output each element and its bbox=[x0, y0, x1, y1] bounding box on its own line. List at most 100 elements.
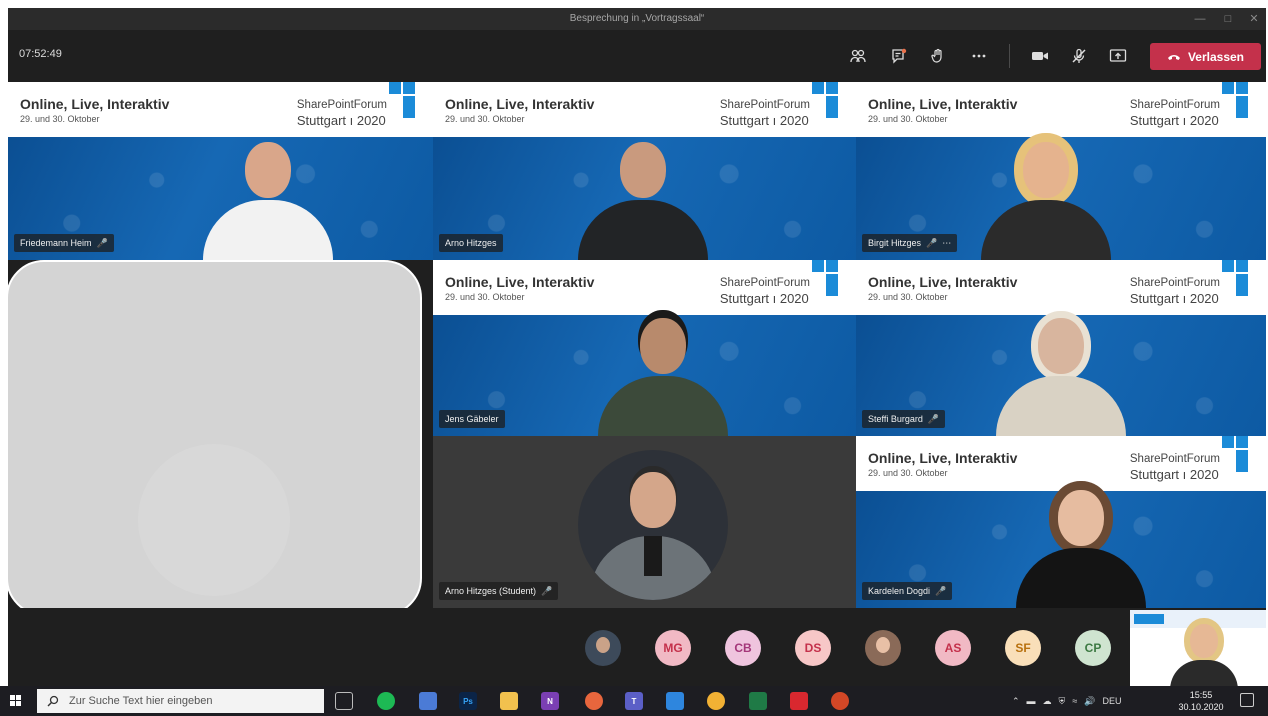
outlook-icon[interactable] bbox=[666, 692, 684, 710]
chevron-up-icon[interactable]: ⌃ bbox=[1012, 696, 1020, 707]
participant-avatar-mg[interactable]: MG bbox=[655, 630, 691, 666]
participant-avatar-sf[interactable]: SF bbox=[1005, 630, 1041, 666]
close-icon[interactable]: ✕ bbox=[1240, 8, 1266, 30]
powerpoint-icon[interactable] bbox=[831, 692, 849, 710]
sharepointforum-logo-icon bbox=[1222, 436, 1248, 476]
participant-avatar-cb[interactable]: CB bbox=[725, 630, 761, 666]
taskbar-clock[interactable]: 15:55 30.10.2020 bbox=[1177, 689, 1225, 713]
app-icon[interactable] bbox=[419, 692, 437, 710]
brand-line1: SharePointForum bbox=[719, 99, 810, 111]
file-explorer-icon[interactable] bbox=[500, 692, 518, 710]
chrome-icon[interactable] bbox=[707, 692, 725, 710]
shield-icon[interactable]: ⛨ bbox=[1059, 696, 1066, 707]
initials: SF bbox=[1015, 641, 1031, 655]
brand-line2: Stuttgart ı 2020 bbox=[296, 113, 386, 128]
sharepointforum-logo-icon bbox=[1222, 82, 1248, 122]
volume-icon[interactable]: 🔊 bbox=[1084, 696, 1095, 707]
participant-avatar-photo[interactable] bbox=[865, 630, 901, 666]
video-tile-steffi[interactable]: Online, Live, Interaktiv 29. und 30. Okt… bbox=[856, 260, 1266, 436]
video-tile-friedemann[interactable]: Online, Live, Interaktiv 29. und 30. Okt… bbox=[8, 82, 433, 260]
participant-avatar-as[interactable]: AS bbox=[935, 630, 971, 666]
event-banner: Online, Live, Interaktiv 29. und 30. Okt… bbox=[856, 260, 1266, 315]
task-view-icon[interactable] bbox=[335, 692, 353, 710]
name-tag: Arno Hitzges bbox=[439, 234, 503, 252]
avatar-tile-arno-student[interactable]: Arno Hitzges (Student) 🎤 bbox=[433, 436, 856, 608]
participant-video bbox=[1016, 490, 1146, 608]
search-icon bbox=[47, 695, 59, 707]
name-tag: Steffi Burgard 🎤 bbox=[862, 410, 946, 428]
minimize-icon[interactable]: — bbox=[1186, 8, 1214, 30]
faded-avatar bbox=[138, 444, 290, 596]
participant-video bbox=[996, 318, 1126, 436]
name-tag: Jens Gäbeler bbox=[439, 410, 505, 428]
participant-video bbox=[203, 142, 333, 260]
mic-icon: 🎤 bbox=[541, 585, 553, 596]
banner-title: Online, Live, Interaktiv bbox=[868, 274, 1018, 290]
participant-video bbox=[578, 142, 708, 260]
brand-line1: SharePointForum bbox=[719, 277, 810, 289]
clock-date: 30.10.2020 bbox=[1178, 702, 1224, 712]
leave-label: Verlassen bbox=[1187, 49, 1245, 64]
participant-video bbox=[981, 142, 1111, 260]
banner-title: Online, Live, Interaktiv bbox=[868, 450, 1018, 466]
brand-line2: Stuttgart ı 2020 bbox=[719, 291, 809, 306]
hang-up-icon bbox=[1167, 54, 1180, 60]
acrobat-icon[interactable] bbox=[790, 692, 808, 710]
excel-icon[interactable] bbox=[749, 692, 767, 710]
more-icon[interactable] bbox=[966, 43, 992, 69]
brand-line1: SharePointForum bbox=[296, 99, 387, 111]
participant-name: Steffi Burgard bbox=[868, 414, 923, 424]
cloud-icon[interactable]: ☁ bbox=[1043, 696, 1052, 707]
mic-off-icon[interactable] bbox=[1066, 43, 1092, 69]
video-tile-arno[interactable]: Online, Live, Interaktiv 29. und 30. Okt… bbox=[433, 82, 856, 260]
input-language[interactable]: DEU bbox=[1102, 696, 1121, 706]
firefox-icon[interactable] bbox=[585, 692, 603, 710]
share-screen-icon[interactable] bbox=[1105, 43, 1131, 69]
faded-overlay-panel bbox=[8, 260, 422, 616]
leave-button[interactable]: Verlassen bbox=[1150, 43, 1261, 70]
participant-name: Birgit Hitzges bbox=[868, 238, 922, 248]
wifi-icon[interactable]: ≈ bbox=[1072, 696, 1077, 706]
mic-icon: 🎤 bbox=[935, 585, 947, 596]
onenote-icon[interactable]: N bbox=[541, 692, 559, 710]
banner-brand: SharePointForum Stuttgart ı 2020 bbox=[1130, 276, 1220, 306]
participant-avatar-cp[interactable]: CP bbox=[1075, 630, 1111, 666]
banner-title: Online, Live, Interaktiv bbox=[868, 96, 1018, 112]
brand-line1: SharePointForum bbox=[1129, 277, 1220, 289]
more-icon[interactable]: ⋯ bbox=[942, 238, 951, 249]
banner-brand: SharePointForum Stuttgart ı 2020 bbox=[720, 276, 810, 306]
self-view-video[interactable] bbox=[1130, 610, 1266, 686]
clock-time: 15:55 bbox=[1189, 690, 1213, 700]
windows-start-icon[interactable] bbox=[10, 695, 22, 707]
banner-date: 29. und 30. Oktober bbox=[868, 468, 948, 478]
name-tag: Friedemann Heim 🎤 bbox=[14, 234, 114, 252]
participant-avatar-ds[interactable]: DS bbox=[795, 630, 831, 666]
toolbar-divider bbox=[1009, 44, 1010, 68]
notification-center-icon[interactable] bbox=[1240, 693, 1254, 707]
photoshop-icon[interactable]: Ps bbox=[459, 692, 477, 710]
mic-icon: 🎤 bbox=[926, 237, 938, 248]
chat-icon[interactable] bbox=[886, 43, 912, 69]
teams-icon[interactable]: T bbox=[625, 692, 643, 710]
video-tile-jens[interactable]: Online, Live, Interaktiv 29. und 30. Okt… bbox=[433, 260, 856, 436]
participant-name: Arno Hitzges (Student) bbox=[445, 586, 537, 596]
raise-hand-icon[interactable] bbox=[925, 43, 951, 69]
video-tile-birgit[interactable]: Online, Live, Interaktiv 29. und 30. Okt… bbox=[856, 82, 1266, 260]
spotify-icon[interactable] bbox=[377, 692, 395, 710]
initials: CB bbox=[734, 641, 752, 655]
teams-meeting-window: Besprechung in „Vortragssaal“ — □ ✕ 07:5… bbox=[8, 8, 1266, 686]
initials: CP bbox=[1084, 641, 1102, 655]
system-tray: ⌃ ▬ ☁ ⛨ ≈ 🔊 DEU bbox=[1012, 686, 1122, 716]
maximize-icon[interactable]: □ bbox=[1214, 8, 1242, 30]
taskbar-search-box[interactable]: Zur Suche Text hier eingeben bbox=[37, 689, 324, 713]
event-banner: Online, Live, Interaktiv 29. und 30. Okt… bbox=[8, 82, 433, 137]
participant-avatar-photo[interactable] bbox=[585, 630, 621, 666]
search-placeholder: Zur Suche Text hier eingeben bbox=[69, 695, 213, 707]
brand-line2: Stuttgart ı 2020 bbox=[1129, 113, 1219, 128]
network-icon[interactable]: ▬ bbox=[1027, 696, 1036, 706]
mic-icon: 🎤 bbox=[96, 237, 108, 248]
people-icon[interactable] bbox=[845, 43, 871, 69]
camera-icon[interactable] bbox=[1027, 43, 1053, 69]
event-banner: Online, Live, Interaktiv 29. und 30. Okt… bbox=[433, 82, 856, 137]
video-tile-kardelen[interactable]: Online, Live, Interaktiv 29. und 30. Okt… bbox=[856, 436, 1266, 608]
